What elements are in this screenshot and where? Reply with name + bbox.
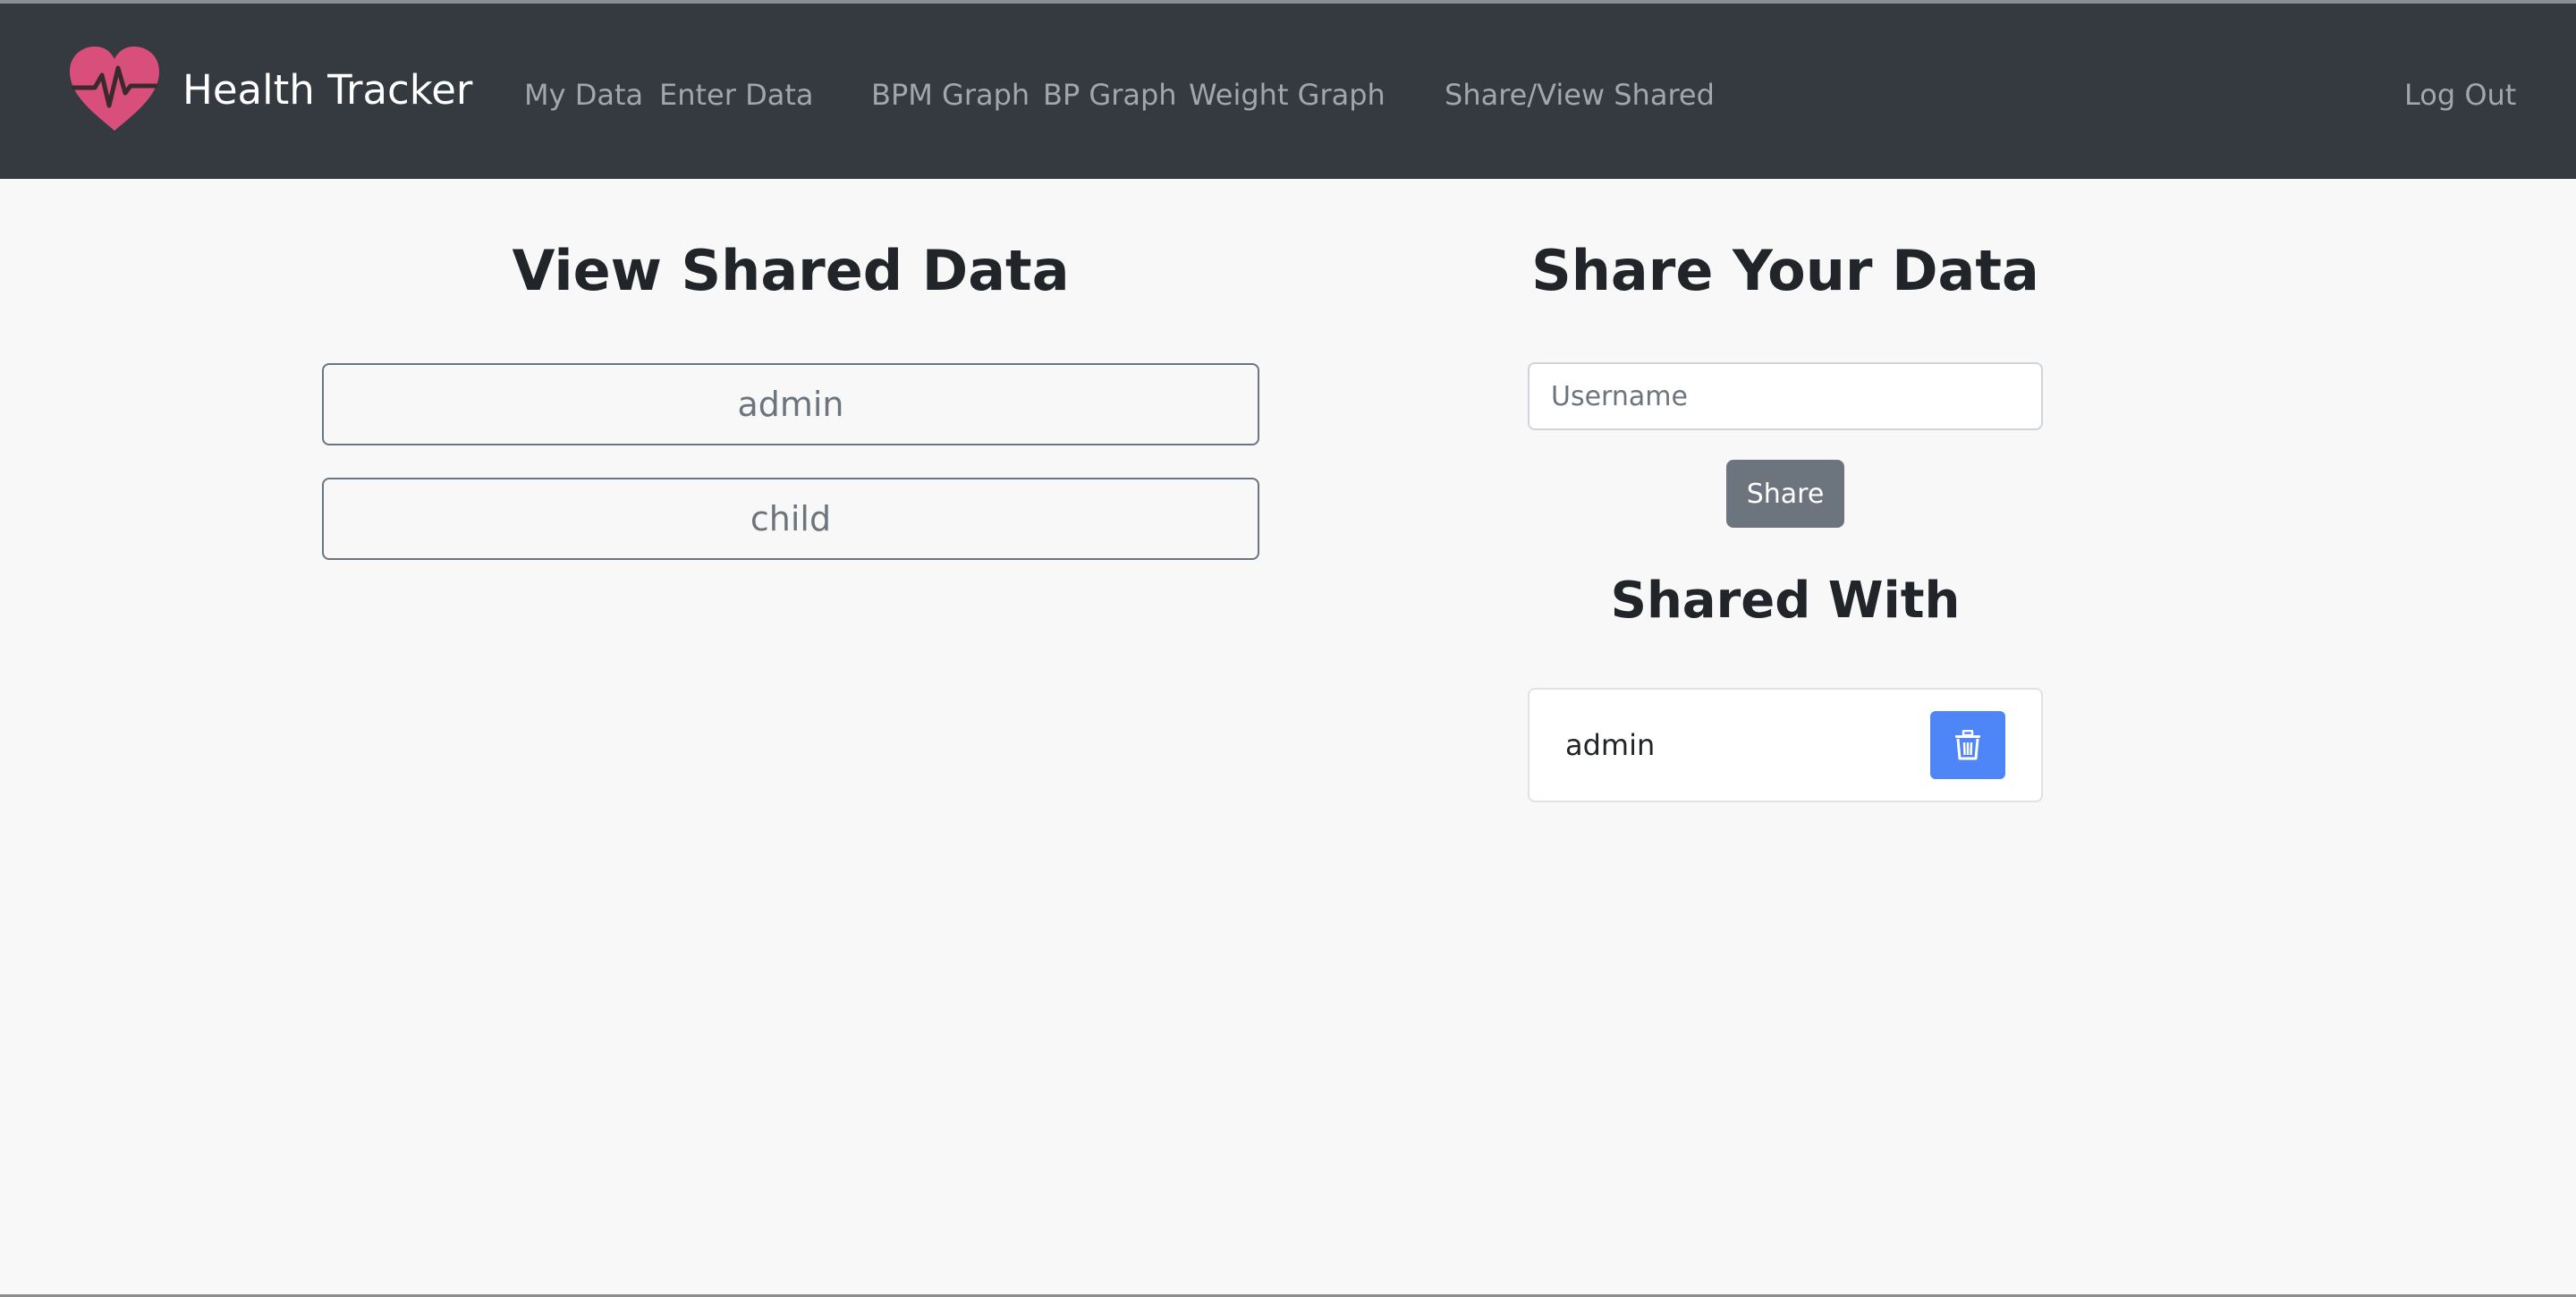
trash-icon	[1955, 730, 1980, 760]
share-your-data-heading: Share Your Data	[1531, 238, 2039, 303]
nav-weight-graph[interactable]: Weight Graph	[1189, 77, 1385, 113]
shared-user-button-child[interactable]: child	[322, 478, 1259, 560]
nav-bp-graph[interactable]: BP Graph	[1043, 77, 1177, 113]
nav-share-view-shared[interactable]: Share/View Shared	[1445, 77, 1715, 113]
shared-with-heading: Shared With	[1610, 572, 1961, 630]
shared-user-button-admin[interactable]: admin	[322, 363, 1259, 445]
app-title: Health Tracker	[182, 65, 473, 114]
navbar: Health Tracker My Data Enter Data BPM Gr…	[0, 4, 2576, 179]
nav-enter-data[interactable]: Enter Data	[659, 77, 813, 113]
main-content: View Shared Data admin child Share Your …	[0, 179, 2576, 1297]
heart-pulse-icon	[70, 47, 159, 131]
shared-with-list-item: admin	[1528, 688, 2043, 802]
view-shared-heading: View Shared Data	[512, 238, 1070, 303]
delete-share-button[interactable]	[1930, 711, 2005, 779]
shared-with-username: admin	[1565, 728, 1656, 762]
nav-my-data[interactable]: My Data	[524, 77, 643, 113]
logout-link[interactable]: Log Out	[2404, 77, 2516, 113]
username-input[interactable]	[1528, 362, 2043, 430]
brand[interactable]: Health Tracker	[66, 43, 472, 136]
share-button[interactable]: Share	[1726, 460, 1844, 528]
nav-bpm-graph[interactable]: BPM Graph	[871, 77, 1030, 113]
